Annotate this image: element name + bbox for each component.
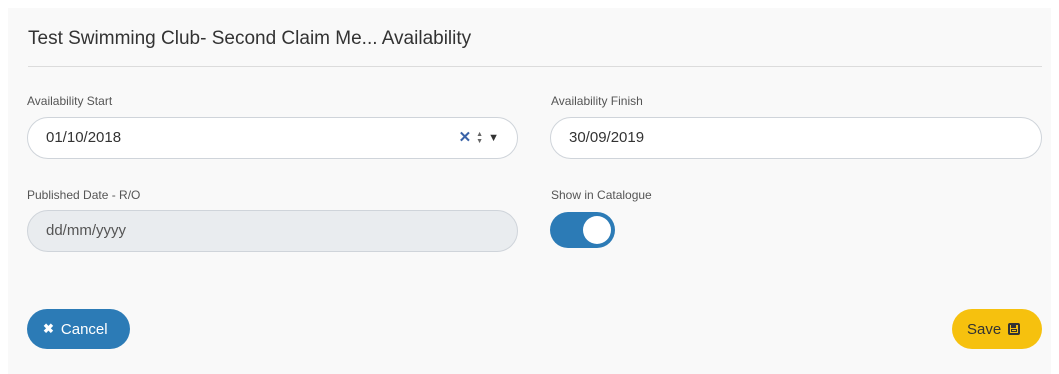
availability-finish-value: 30/09/2019 bbox=[569, 129, 645, 146]
date-controls: ✕ ▲ ▼ ▼ bbox=[459, 118, 499, 158]
spinner-arrows-icon[interactable]: ▲ ▼ bbox=[476, 131, 483, 145]
show-in-catalogue-toggle[interactable] bbox=[550, 212, 615, 248]
times-icon: ✖ bbox=[43, 321, 54, 336]
availability-start-input[interactable]: 01/10/2018 ✕ ▲ ▼ ▼ bbox=[27, 117, 518, 159]
availability-start-value: 01/10/2018 bbox=[46, 129, 122, 146]
availability-start-label: Availability Start bbox=[27, 94, 113, 108]
toggle-knob bbox=[583, 216, 611, 244]
published-date-label: Published Date - R/O bbox=[27, 188, 141, 202]
save-button[interactable]: Save bbox=[952, 309, 1042, 349]
availability-finish-label: Availability Finish bbox=[551, 94, 643, 108]
save-button-label: Save bbox=[967, 320, 1002, 338]
published-date-placeholder: dd/mm/yyyy bbox=[46, 222, 127, 239]
availability-finish-input[interactable]: 30/09/2019 bbox=[550, 117, 1042, 159]
dialog-panel: Test Swimming Club- Second Claim Me... A… bbox=[8, 8, 1051, 374]
title-divider bbox=[28, 66, 1042, 67]
published-date-input: dd/mm/yyyy bbox=[27, 210, 518, 252]
cancel-button[interactable]: ✖ Cancel bbox=[27, 309, 130, 349]
dropdown-caret-icon[interactable]: ▼ bbox=[488, 118, 499, 158]
page-title: Test Swimming Club- Second Claim Me... A… bbox=[28, 28, 472, 49]
show-in-catalogue-label: Show in Catalogue bbox=[551, 188, 652, 202]
cancel-button-label: Cancel bbox=[60, 320, 108, 338]
floppy-disk-icon bbox=[1008, 323, 1021, 335]
clear-x-icon[interactable]: ✕ bbox=[459, 118, 472, 158]
